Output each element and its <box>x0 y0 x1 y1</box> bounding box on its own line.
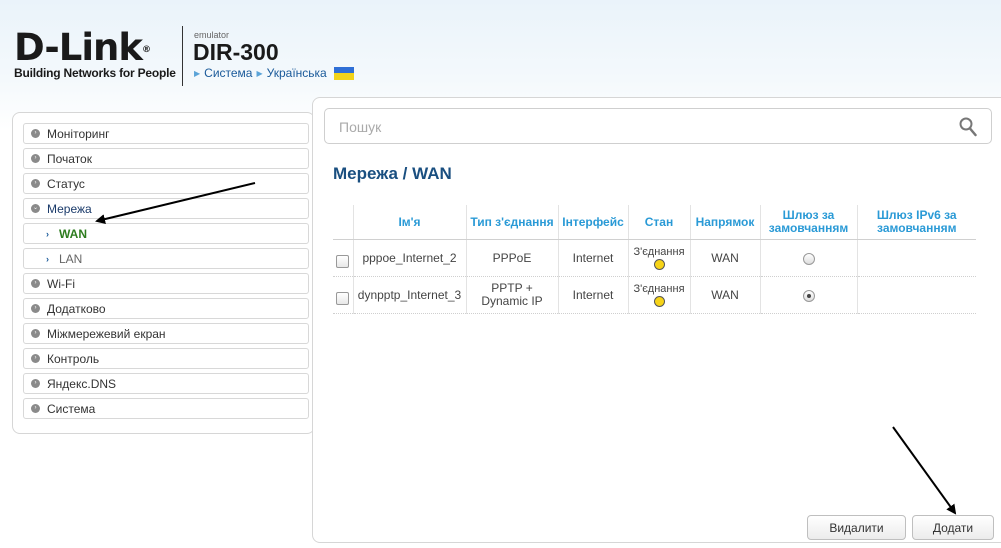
cell-direction: WAN <box>690 239 761 277</box>
state-text: З'єднання <box>633 246 685 258</box>
menu-item-system[interactable]: › Система <box>23 398 309 419</box>
chevron-down-icon: ⌄ <box>31 204 40 213</box>
col-select <box>333 205 354 240</box>
menu-item-yandex-dns[interactable]: › Яндекс.DNS <box>23 373 309 394</box>
dlink-logo: D-Link® Building Networks for People <box>14 29 176 80</box>
logo-tagline: Building Networks for People <box>14 66 176 80</box>
wan-table: Ім'я Тип з'єднання Інтерфейс Стан Напрям… <box>333 205 976 314</box>
cell-type: PPPoE <box>466 239 559 277</box>
default-gw-radio[interactable] <box>802 289 815 302</box>
state-text: З'єднання <box>633 283 685 295</box>
col-default-gw[interactable]: Шлюз за замовчанням <box>760 205 858 240</box>
search-icon[interactable] <box>959 117 977 137</box>
chevron-right-icon: › <box>31 129 40 138</box>
cell-interface: Internet <box>558 239 629 277</box>
table-header-row: Ім'я Тип з'єднання Інтерфейс Стан Напрям… <box>333 205 976 240</box>
menu-item-status[interactable]: › Статус <box>23 173 309 194</box>
chevron-right-icon: › <box>31 304 40 313</box>
sidebar: › Моніторинг › Початок › Статус ⌄ Мережа › WA… <box>12 112 315 434</box>
arrow-right-icon: › <box>46 228 49 239</box>
table-row[interactable]: pppoe_Internet_2 PPPoE Internet З'єднанн… <box>333 239 976 277</box>
chevron-right-icon: › <box>31 179 40 188</box>
logo-text: D-Link <box>14 26 143 69</box>
menu-item-advanced[interactable]: › Додатково <box>23 298 309 319</box>
header-divider <box>182 26 183 86</box>
arrow-right-icon: › <box>46 253 49 264</box>
col-type[interactable]: Тип з'єднання <box>466 205 559 240</box>
triangle-right-icon: ▶ <box>194 68 201 78</box>
cell-name: pppoe_Internet_2 <box>353 239 467 277</box>
menu-item-wifi[interactable]: › Wi-Fi <box>23 273 309 294</box>
row-checkbox[interactable] <box>336 254 350 268</box>
col-name[interactable]: Ім'я <box>353 205 467 240</box>
chevron-right-icon: › <box>31 404 40 413</box>
header-links: ▶ Система ▶ Українська <box>194 66 354 80</box>
cell-state: З'єднання <box>632 283 687 307</box>
menu-item-monitoring[interactable]: › Моніторинг <box>23 123 309 144</box>
cell-direction: WAN <box>690 276 761 314</box>
chevron-right-icon: › <box>31 329 40 338</box>
page-title: Мережа / WAN <box>333 164 452 183</box>
cell-default-gw-ipv6 <box>857 276 976 314</box>
table-row[interactable]: dynpptp_Internet_3 PPTP + Dynamic IP Int… <box>333 276 976 314</box>
search-input[interactable] <box>337 118 941 136</box>
chevron-right-icon: › <box>31 354 40 363</box>
main-panel: Мережа / WAN Ім'я Тип з'єднання Інтерфей… <box>312 97 1001 543</box>
menu-item-network[interactable]: ⌄ Мережа <box>23 198 309 219</box>
status-dot-icon <box>653 296 665 307</box>
ukraine-flag-icon[interactable] <box>333 66 354 80</box>
menu-item-firewall[interactable]: › Міжмережевий екран <box>23 323 309 344</box>
default-gw-radio[interactable] <box>802 252 815 265</box>
model-name: DIR-300 <box>193 39 279 65</box>
search-box <box>324 108 992 144</box>
col-interface[interactable]: Інтерфейс <box>558 205 629 240</box>
language-link[interactable]: Українська <box>267 66 327 80</box>
add-button[interactable]: Додати <box>912 515 994 540</box>
row-checkbox[interactable] <box>336 291 350 305</box>
chevron-right-icon: › <box>31 279 40 288</box>
triangle-right-icon: ▶ <box>256 68 263 78</box>
menu-item-control[interactable]: › Контроль <box>23 348 309 369</box>
system-link[interactable]: Система <box>204 66 252 80</box>
cell-interface: Internet <box>558 276 629 314</box>
cell-name: dynpptp_Internet_3 <box>353 276 467 314</box>
cell-type: PPTP + Dynamic IP <box>466 276 559 314</box>
cell-state: З'єднання <box>632 246 687 270</box>
menu-item-lan[interactable]: › LAN <box>23 248 309 269</box>
col-state[interactable]: Стан <box>628 205 691 240</box>
menu-item-start[interactable]: › Початок <box>23 148 309 169</box>
chevron-right-icon: › <box>31 154 40 163</box>
delete-button[interactable]: Видалити <box>807 515 906 540</box>
menu-item-wan[interactable]: › WAN <box>23 223 309 244</box>
logo-registered-mark: ® <box>141 45 151 55</box>
chevron-right-icon: › <box>31 379 40 388</box>
col-direction[interactable]: Напрямок <box>690 205 761 240</box>
col-default-gw-ipv6[interactable]: Шлюз IPv6 за замовчанням <box>857 205 976 240</box>
status-dot-icon <box>653 259 665 270</box>
cell-default-gw-ipv6 <box>857 239 976 277</box>
